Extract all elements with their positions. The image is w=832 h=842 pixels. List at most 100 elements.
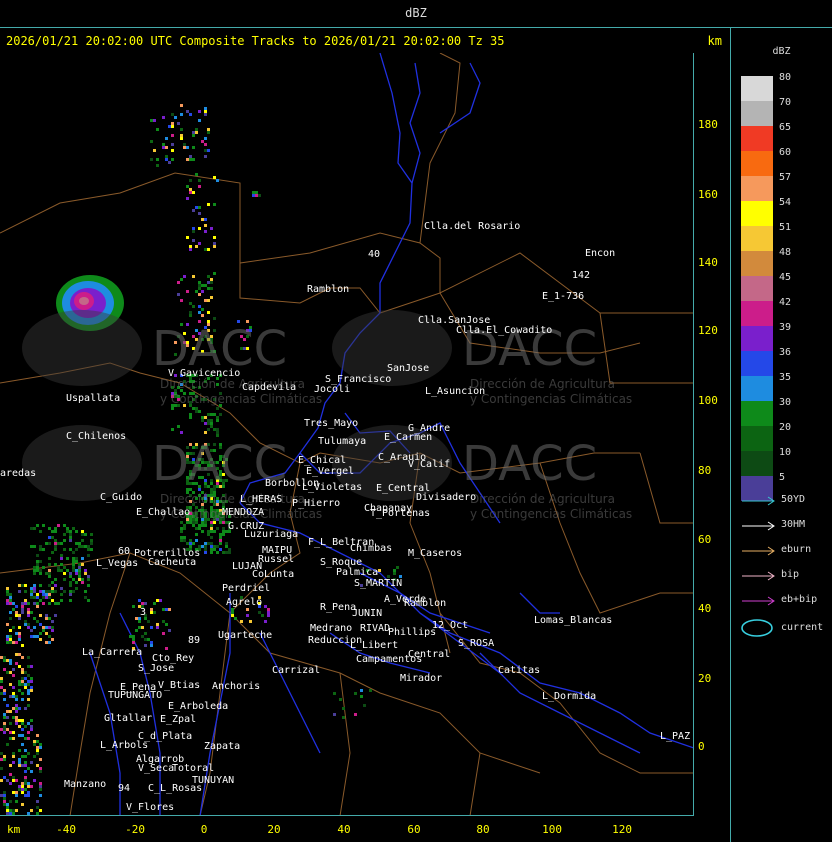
radar-pixel (180, 530, 183, 533)
track-arrow-icon (742, 496, 775, 506)
radar-pixel (81, 563, 84, 566)
radar-pixel (195, 539, 198, 542)
place-label: E_Arboleda (168, 701, 228, 712)
radar-pixel (39, 746, 42, 749)
radar-pixel (198, 227, 201, 230)
radar-pixel (204, 422, 207, 425)
radar-pixel (15, 704, 18, 707)
radar-pixel (87, 578, 90, 581)
radar-pixel (393, 569, 396, 572)
radar-pixel (153, 119, 156, 122)
radar-pixel (24, 584, 27, 587)
radar-pixel (177, 281, 180, 284)
radar-pixel (18, 614, 21, 617)
radar-pixel (342, 716, 345, 719)
radar-pixel (186, 110, 189, 113)
radar-pixel (3, 656, 6, 659)
place-label: Perdriel (222, 583, 270, 594)
radar-pixel (6, 599, 9, 602)
radar-pixel (162, 620, 165, 623)
radar-map[interactable]: DACC Dirección de Agricultura y Continge… (0, 53, 694, 816)
radar-pixel (186, 158, 189, 161)
dbz-swatch (741, 276, 773, 301)
radar-pixel (168, 629, 171, 632)
radar-pixel (51, 536, 54, 539)
radar-pixel (21, 602, 24, 605)
radar-pixel (9, 773, 12, 776)
radar-pixel (189, 248, 192, 251)
radar-pixel (240, 620, 243, 623)
radar-pixel (30, 587, 33, 590)
radar-pixel (21, 644, 24, 647)
track-arrow-icon (742, 546, 775, 556)
radar-pixel (36, 746, 39, 749)
radar-pixel (162, 608, 165, 611)
radar-pixel (45, 542, 48, 545)
radar-pixel (57, 524, 60, 527)
radar-pixel (216, 416, 219, 419)
place-label: Tres_Mayo (304, 418, 358, 429)
radar-pixel (87, 545, 90, 548)
radar-pixel (18, 683, 21, 686)
radar-pixel (168, 161, 171, 164)
radar-pixel (180, 536, 183, 539)
x-unit-label: km (7, 823, 21, 836)
radar-pixel (207, 128, 210, 131)
radar-pixel (393, 572, 396, 575)
radar-pixel (192, 134, 195, 137)
radar-pixel (48, 617, 51, 620)
radar-pixel (3, 689, 6, 692)
radar-pixel (36, 554, 39, 557)
radar-pixel (54, 548, 57, 551)
radar-pixel (42, 548, 45, 551)
radar-pixel (9, 809, 12, 812)
radar-pixel (30, 545, 33, 548)
radar-pixel (189, 314, 192, 317)
radar-pixel (6, 623, 9, 626)
radar-pixel (24, 749, 27, 752)
radar-pixel (198, 206, 201, 209)
place-label: MENDOZA (222, 507, 264, 518)
place-label: 40 (368, 249, 380, 260)
radar-pixel (33, 572, 36, 575)
radar-pixel (258, 194, 261, 197)
radar-pixel (39, 569, 42, 572)
radar-pixel (75, 569, 78, 572)
watermark-brand-4: DACC (462, 436, 597, 492)
radar-pixel (267, 608, 270, 611)
radar-pixel (27, 704, 30, 707)
radar-pixel (9, 800, 12, 803)
radar-pixel (267, 614, 270, 617)
radar-pixel (33, 569, 36, 572)
place-label: SanJose (387, 363, 429, 374)
radar-pixel (216, 179, 219, 182)
radar-pixel (21, 584, 24, 587)
radar-pixel (150, 119, 153, 122)
radar-map-svg[interactable]: DACC Dirección de Agricultura y Continge… (0, 53, 694, 816)
radar-pixel (18, 653, 21, 656)
radar-pixel (156, 623, 159, 626)
radar-pixel (63, 548, 66, 551)
radar-pixel (333, 692, 336, 695)
radar-pixel (195, 173, 198, 176)
radar-pixel (6, 704, 9, 707)
radar-pixel (78, 575, 81, 578)
radar-pixel (27, 626, 30, 629)
radar-pixel (216, 407, 219, 410)
radar-pixel (210, 281, 213, 284)
radar-pixel (12, 641, 15, 644)
place-label: Tulumaya (318, 436, 366, 447)
radar-pixel (72, 563, 75, 566)
radar-pixel (45, 590, 48, 593)
radar-pixel (75, 557, 78, 560)
radar-pixel (192, 524, 195, 527)
radar-pixel (57, 602, 60, 605)
radar-pixel (171, 407, 174, 410)
radar-pixel (60, 569, 63, 572)
radar-pixel (204, 110, 207, 113)
radar-pixel (15, 662, 18, 665)
radar-pixel (30, 689, 33, 692)
track-arrow-icon (742, 521, 775, 531)
radar-pixel (210, 530, 213, 533)
radar-pixel (3, 668, 6, 671)
